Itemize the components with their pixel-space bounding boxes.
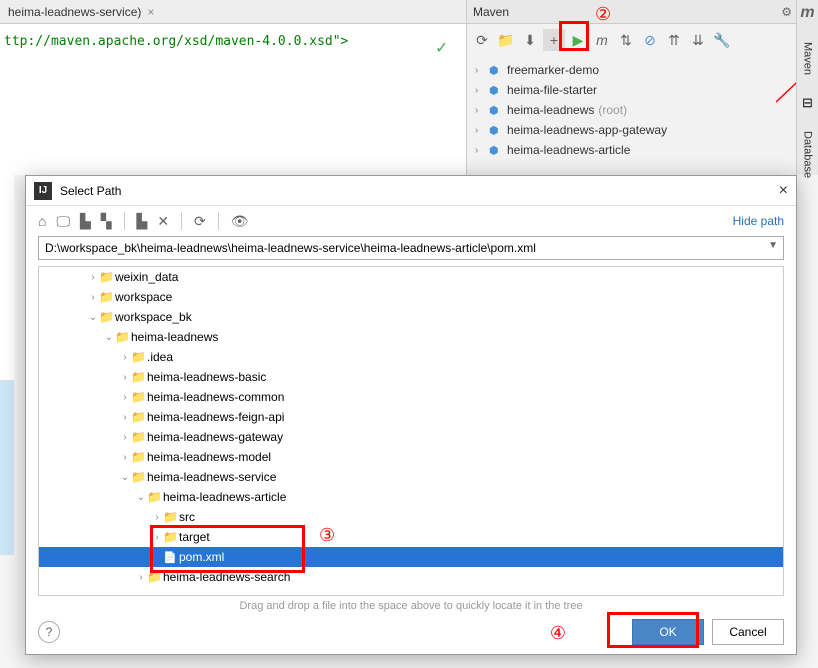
code-text: ttp://maven.apache.org/xsd/maven-4.0.0.x…: [0, 24, 466, 59]
project-icon[interactable]: ▙: [80, 213, 91, 230]
skip-icon[interactable]: ⊘: [639, 29, 661, 51]
tree-row[interactable]: ⌄📁workspace_bk: [39, 307, 783, 327]
desktop-icon[interactable]: 🖵: [56, 213, 70, 230]
tree-row[interactable]: ›📁heima-leadnews-gateway: [39, 427, 783, 447]
maven-panel: Maven ⚙ — ② ⟳ 📁 ⬇ + ▶ m ⇅ ⊘ ⇈ ⇊ 🔧 ① ›⬢fr…: [466, 0, 818, 175]
collapse-icon[interactable]: ⇈: [663, 29, 685, 51]
maven-tree-item[interactable]: ›⬢heima-leadnews (root): [467, 100, 818, 120]
file-tree[interactable]: ③ ›📁weixin_data›📁workspace⌄📁workspace_bk…: [38, 266, 784, 596]
folder-icon[interactable]: 📁: [495, 29, 517, 51]
tree-row[interactable]: ⌄📁heima-leadnews-service: [39, 467, 783, 487]
tree-row[interactable]: ›📁heima-leadnews-feign-api: [39, 407, 783, 427]
show-hidden-icon[interactable]: 👁: [231, 213, 249, 230]
maven-title: Maven: [473, 5, 509, 19]
download-icon[interactable]: ⬇: [519, 29, 541, 51]
module-icon[interactable]: ▚: [101, 213, 112, 230]
annotation-3: ③: [319, 525, 335, 546]
delete-icon[interactable]: ✕: [157, 213, 169, 230]
maven-tree-item[interactable]: ›⬢heima-leadnews-article: [467, 140, 818, 160]
editor-tab[interactable]: heima-leadnews-service) ×: [0, 0, 466, 24]
m-icon[interactable]: m: [591, 29, 613, 51]
tree-row[interactable]: ›📁heima-leadnews-common: [39, 387, 783, 407]
hide-path-link[interactable]: Hide path: [733, 214, 784, 228]
expand-icon[interactable]: ⇊: [687, 29, 709, 51]
tree-row[interactable]: ⌄📁heima-leadnews-article: [39, 487, 783, 507]
annotation-4: ④: [550, 623, 566, 644]
gear-icon[interactable]: ⚙: [781, 5, 792, 19]
maven-sidebar-label[interactable]: Maven: [802, 42, 814, 75]
dialog-title-text: Select Path: [60, 184, 121, 198]
highlight-box-ok: [607, 612, 699, 648]
tree-row[interactable]: ›📁workspace: [39, 287, 783, 307]
tab-close-icon[interactable]: ×: [147, 5, 154, 19]
right-sidebar: m Maven ⊟ Database: [796, 0, 818, 175]
intellij-icon: IJ: [34, 182, 52, 200]
toggle-icon[interactable]: ⇅: [615, 29, 637, 51]
database-sidebar-label[interactable]: Database: [802, 131, 814, 178]
tab-name: heima-leadnews-service): [8, 5, 141, 19]
home-icon[interactable]: ⌂: [38, 213, 46, 229]
refresh-icon[interactable]: ⟳: [471, 29, 493, 51]
new-folder-icon[interactable]: ▙: [137, 213, 148, 230]
tree-row[interactable]: ›📁weixin_data: [39, 267, 783, 287]
highlight-box-pom: [150, 525, 305, 573]
annotation-2: ②: [595, 4, 611, 25]
select-path-dialog: IJ Select Path × ⌂ 🖵 ▙ ▚ ▙ ✕ ⟳ 👁 Hide pa…: [25, 175, 797, 655]
cancel-button[interactable]: Cancel: [712, 619, 784, 645]
close-icon[interactable]: ×: [779, 182, 788, 200]
refresh-icon[interactable]: ⟳: [194, 213, 206, 230]
maven-toolbar: ② ⟳ 📁 ⬇ + ▶ m ⇅ ⊘ ⇈ ⇊ 🔧: [467, 24, 818, 56]
tree-row[interactable]: ›📁heima-leadnews-model: [39, 447, 783, 467]
check-icon: ✓: [435, 38, 448, 58]
path-input[interactable]: [38, 236, 784, 260]
tree-row[interactable]: ›📁heima-leadnews-basic: [39, 367, 783, 387]
maven-tree-item[interactable]: ›⬢heima-leadnews-app-gateway: [467, 120, 818, 140]
tree-row[interactable]: ›📁.idea: [39, 347, 783, 367]
highlight-box-plus: [559, 21, 589, 51]
chevron-down-icon[interactable]: ▼: [768, 240, 778, 251]
help-icon[interactable]: ?: [38, 621, 60, 643]
maven-tree-item[interactable]: ›⬢freemarker-demo: [467, 60, 818, 80]
tree-row[interactable]: ›📁src: [39, 507, 783, 527]
tree-row[interactable]: ⌄📁heima-leadnews: [39, 327, 783, 347]
database-sidebar-icon[interactable]: ⊟: [802, 95, 813, 111]
wrench-icon[interactable]: 🔧: [711, 29, 733, 51]
maven-sidebar-icon[interactable]: m: [800, 4, 814, 22]
maven-tree-item[interactable]: ›⬢heima-file-starter: [467, 80, 818, 100]
